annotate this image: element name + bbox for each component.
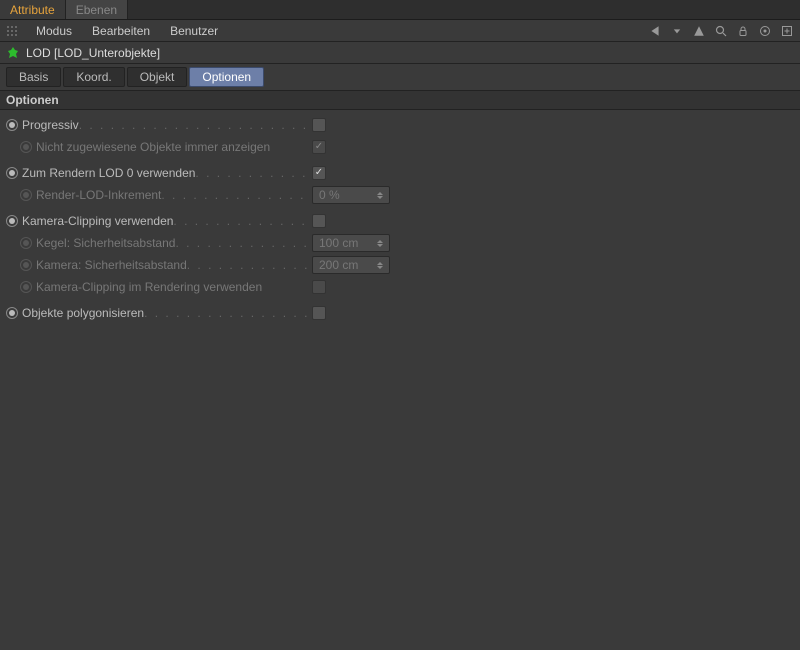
dots: . . . . . . . . . . . . . . . — [187, 258, 308, 272]
menu-bearbeiten[interactable]: Bearbeiten — [82, 24, 160, 38]
section-header-optionen: Optionen — [0, 91, 800, 110]
spinner-icon — [377, 258, 387, 272]
dots: . . . . . . . . . . . . . . . . . . . . … — [144, 306, 308, 320]
tab-attribute[interactable]: Attribute — [0, 0, 66, 19]
checkbox-cam-clip-render — [312, 280, 326, 294]
dots: . . . . . . . . . . . . . . . — [173, 214, 308, 228]
row-progressive: Progressiv . . . . . . . . . . . . . . .… — [6, 114, 794, 136]
row-camera-clipping: Kamera-Clipping verwenden . . . . . . . … — [6, 210, 794, 232]
object-header: LOD [LOD_Unterobjekte] — [0, 42, 800, 64]
nav-dropdown-icon[interactable] — [670, 24, 684, 38]
input-cone-safety: 100 cm — [312, 234, 390, 252]
radio-cam-safety — [20, 259, 32, 271]
input-render-lod-inc-value: 0 % — [319, 188, 340, 202]
dots: . . . . . . . . . . . . . . . . . . . . … — [79, 118, 308, 132]
dots: . . . . . . . . . . . . — [195, 166, 308, 180]
new-element-icon[interactable] — [780, 24, 794, 38]
label-progressive: Progressiv — [22, 118, 79, 132]
radio-show-unassigned — [20, 141, 32, 153]
tab-ebenen[interactable]: Ebenen — [66, 0, 128, 19]
lock-icon[interactable] — [736, 24, 750, 38]
label-polygonize: Objekte polygonisieren — [22, 306, 144, 320]
menu-benutzer[interactable]: Benutzer — [160, 24, 228, 38]
dots: . . . . . . . . . . . . . . . . — [175, 236, 308, 250]
spinner-icon — [377, 236, 387, 250]
attribute-menubar: Modus Bearbeiten Benutzer — [0, 20, 800, 42]
dots: . . . . . . . . . . . . . . . . . . . . … — [161, 188, 308, 202]
label-render-lod-inc: Render-LOD-Inkrement — [36, 188, 161, 202]
label-cam-safety: Kamera: Sicherheitsabstand — [36, 258, 187, 272]
checkbox-render-lod0[interactable] — [312, 166, 326, 180]
radio-camera-clipping[interactable] — [6, 215, 18, 227]
object-title: LOD [LOD_Unterobjekte] — [26, 46, 160, 60]
label-cam-clip-render: Kamera-Clipping im Rendering verwenden — [36, 280, 262, 294]
radio-polygonize[interactable] — [6, 307, 18, 319]
row-cam-clip-render: Kamera-Clipping im Rendering verwenden — [20, 276, 794, 298]
input-cam-safety: 200 cm — [312, 256, 390, 274]
row-cone-safety: Kegel: Sicherheitsabstand . . . . . . . … — [20, 232, 794, 254]
checkbox-camera-clipping[interactable] — [312, 214, 326, 228]
lod-object-icon — [6, 46, 20, 60]
checkbox-show-unassigned — [312, 140, 326, 154]
label-show-unassigned: Nicht zugewiesene Objekte immer anzeigen — [36, 140, 270, 154]
subtab-objekt[interactable]: Objekt — [127, 67, 188, 87]
radio-render-lod0[interactable] — [6, 167, 18, 179]
drag-handle-icon[interactable] — [6, 25, 18, 37]
checkbox-progressive[interactable] — [312, 118, 326, 132]
nav-up-icon[interactable] — [692, 24, 706, 38]
label-render-lod0: Zum Rendern LOD 0 verwenden — [22, 166, 195, 180]
radio-render-lod-inc — [20, 189, 32, 201]
radio-progressive[interactable] — [6, 119, 18, 131]
radio-cam-clip-render — [20, 281, 32, 293]
attribute-subtabs: Basis Koord. Objekt Optionen — [0, 64, 800, 91]
subtab-koord[interactable]: Koord. — [63, 67, 124, 87]
window-tabstrip: Attribute Ebenen — [0, 0, 800, 20]
target-icon[interactable] — [758, 24, 772, 38]
row-show-unassigned: Nicht zugewiesene Objekte immer anzeigen — [20, 136, 794, 158]
spinner-icon — [377, 188, 387, 202]
row-render-lod0: Zum Rendern LOD 0 verwenden . . . . . . … — [6, 162, 794, 184]
input-cone-safety-value: 100 cm — [319, 236, 358, 250]
row-polygonize: Objekte polygonisieren . . . . . . . . .… — [6, 302, 794, 324]
radio-cone-safety — [20, 237, 32, 249]
input-cam-safety-value: 200 cm — [319, 258, 358, 272]
search-icon[interactable] — [714, 24, 728, 38]
checkbox-polygonize[interactable] — [312, 306, 326, 320]
menu-modus[interactable]: Modus — [26, 24, 82, 38]
row-render-lod-inc: Render-LOD-Inkrement . . . . . . . . . .… — [20, 184, 794, 206]
row-cam-safety: Kamera: Sicherheitsabstand . . . . . . .… — [20, 254, 794, 276]
subtab-basis[interactable]: Basis — [6, 67, 61, 87]
label-camera-clipping: Kamera-Clipping verwenden — [22, 214, 173, 228]
label-cone-safety: Kegel: Sicherheitsabstand — [36, 236, 175, 250]
subtab-optionen[interactable]: Optionen — [189, 67, 264, 87]
input-render-lod-inc: 0 % — [312, 186, 390, 204]
options-panel: Progressiv . . . . . . . . . . . . . . .… — [0, 110, 800, 328]
nav-back-icon[interactable] — [648, 24, 662, 38]
